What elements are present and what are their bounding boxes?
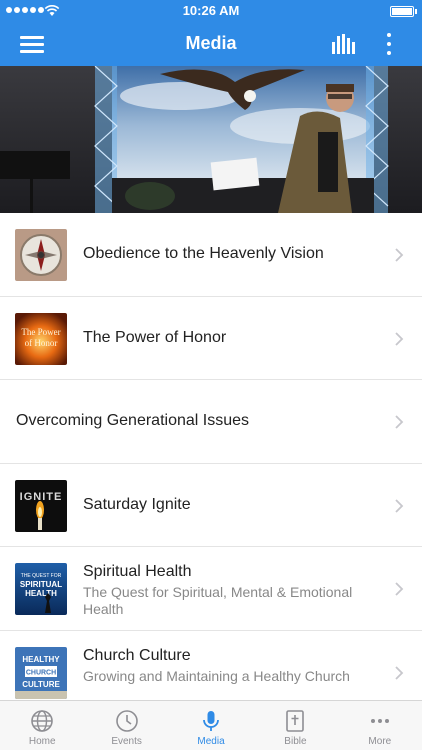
tab-label: More	[368, 736, 392, 747]
item-subtitle: Growing and Maintaining a Healthy Church	[83, 667, 350, 684]
chevron-right-icon	[395, 248, 404, 262]
series-thumbnail: THE QUEST FOR SPIRITUAL HEALTH	[15, 563, 67, 616]
svg-text:of Honor: of Honor	[25, 338, 58, 348]
svg-text:HEALTH: HEALTH	[25, 589, 57, 598]
svg-text:IGNITE: IGNITE	[20, 491, 63, 503]
item-title: Overcoming Generational Issues	[16, 412, 249, 430]
svg-text:SPIRITUAL: SPIRITUAL	[20, 580, 62, 589]
page-title: Media	[185, 33, 237, 53]
chevron-right-icon	[395, 666, 404, 680]
svg-text:CULTURE: CULTURE	[22, 680, 60, 689]
svg-text:CHURCH: CHURCH	[26, 669, 56, 676]
svg-text:HEALTHY: HEALTHY	[22, 655, 60, 664]
chevron-right-icon	[395, 415, 404, 429]
tab-more[interactable]: More	[338, 701, 422, 750]
series-thumbnail: HEALTHY CHURCH CULTURE	[15, 646, 67, 699]
more-icon	[370, 719, 389, 723]
status-time: 10:26 AM	[182, 3, 240, 18]
item-title: Church Culture	[83, 646, 191, 664]
tab-home[interactable]: Home	[0, 701, 84, 750]
item-title: Saturday Ignite	[83, 495, 191, 513]
tab-label: Home	[28, 736, 56, 747]
tab-events[interactable]: Events	[84, 701, 168, 750]
chevron-right-icon	[395, 582, 404, 597]
item-title: The Power of Honor	[83, 328, 227, 346]
media-list: Obedience to the Heavenly Vision The Pow…	[0, 213, 422, 715]
microphone-icon	[203, 711, 219, 731]
tab-media[interactable]: Media	[169, 701, 253, 750]
clock-icon	[115, 710, 138, 732]
list-item[interactable]: IGNITE Saturday Ignite	[0, 463, 422, 548]
globe-icon	[31, 710, 54, 732]
series-thumbnail	[15, 229, 67, 281]
tab-bar: Home Events Media Bible More	[0, 700, 422, 750]
navigation-bar: Media	[0, 22, 422, 66]
series-thumbnail: The Power of Honor	[15, 312, 67, 365]
bible-icon	[286, 710, 305, 732]
tab-label: Media	[197, 736, 225, 747]
list-item[interactable]: The Power of Honor The Power of Honor	[0, 296, 422, 381]
item-title: Spiritual Health	[83, 563, 192, 581]
chevron-right-icon	[395, 499, 404, 513]
list-item[interactable]: Overcoming Generational Issues	[0, 380, 422, 464]
series-thumbnail: IGNITE	[15, 479, 67, 532]
list-item[interactable]: THE QUEST FOR SPIRITUAL HEALTH Spiritual…	[0, 547, 422, 631]
list-item[interactable]: Obedience to the Heavenly Vision	[0, 213, 422, 297]
svg-text:The Power: The Power	[21, 327, 60, 337]
equalizer-icon[interactable]	[332, 34, 358, 54]
more-options-icon[interactable]	[383, 32, 395, 56]
tab-label: Events	[111, 736, 142, 747]
battery-icon	[390, 6, 417, 17]
hero-image	[0, 66, 422, 213]
tab-bible[interactable]: Bible	[253, 701, 337, 750]
tab-label: Bible	[284, 736, 307, 747]
item-title: Obedience to the Heavenly Vision	[83, 245, 324, 262]
status-bar: 10:26 AM	[0, 0, 422, 22]
item-subtitle: The Quest for Spiritual, Mental & Emotio…	[83, 584, 353, 618]
chevron-right-icon	[395, 331, 404, 346]
svg-text:THE QUEST FOR: THE QUEST FOR	[21, 573, 62, 579]
